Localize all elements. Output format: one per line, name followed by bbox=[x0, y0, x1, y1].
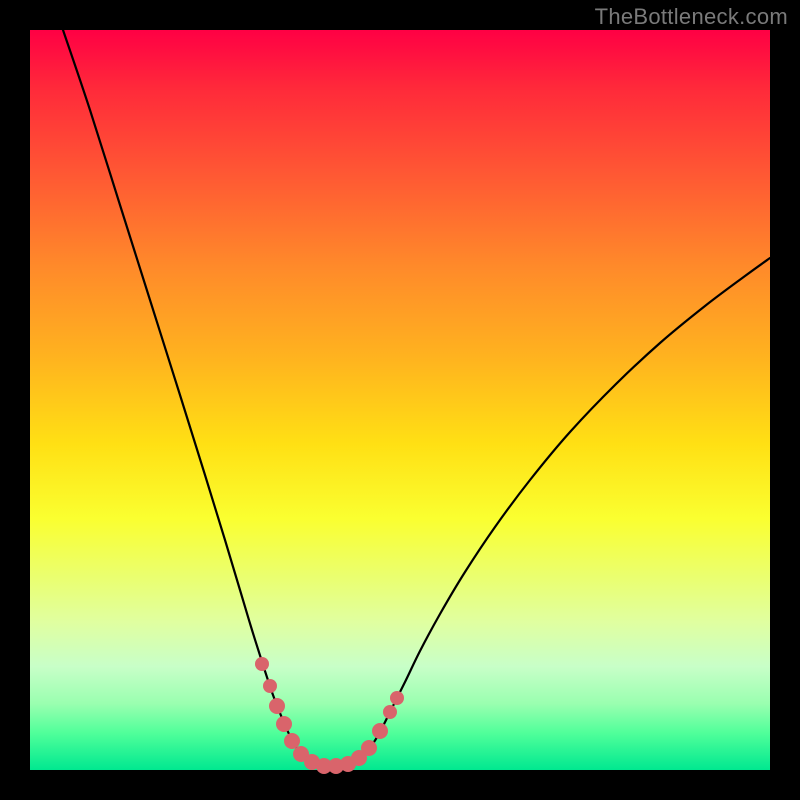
highlight-marker bbox=[263, 679, 277, 693]
highlight-marker bbox=[361, 740, 377, 756]
highlight-marker bbox=[284, 733, 300, 749]
highlight-marker bbox=[269, 698, 285, 714]
highlight-marker bbox=[255, 657, 269, 671]
highlight-marker bbox=[276, 716, 292, 732]
highlight-marker bbox=[383, 705, 397, 719]
highlight-marker bbox=[372, 723, 388, 739]
highlight-markers bbox=[255, 657, 404, 774]
curve-layer bbox=[0, 0, 800, 800]
bottleneck-curve bbox=[63, 30, 770, 766]
highlight-marker bbox=[390, 691, 404, 705]
